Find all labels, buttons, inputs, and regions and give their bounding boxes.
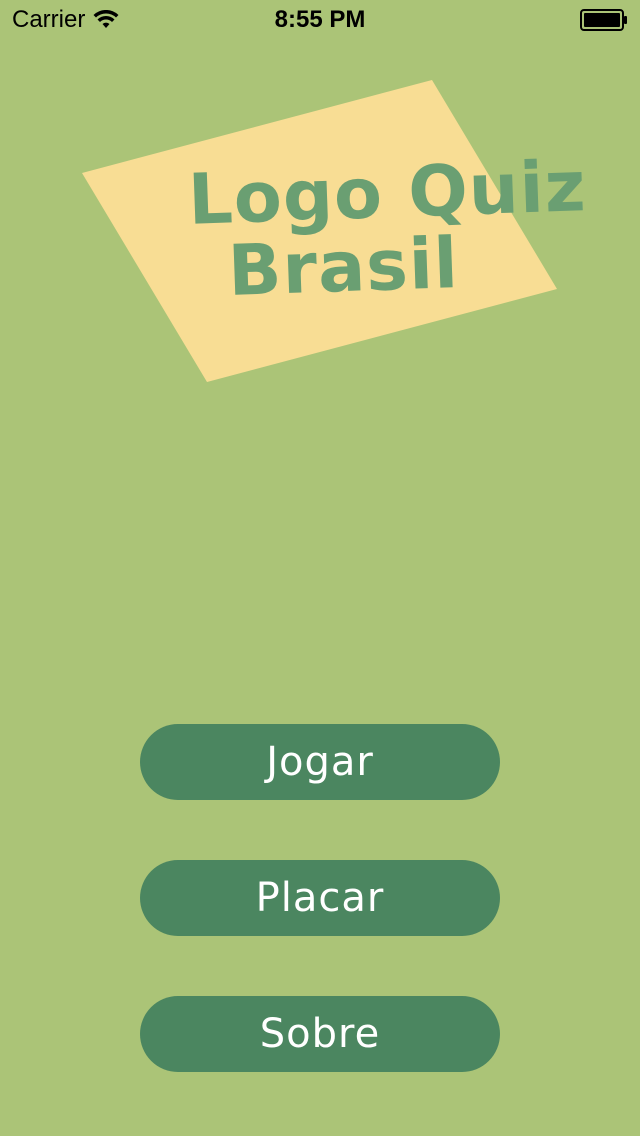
score-button[interactable]: Placar	[140, 860, 500, 936]
play-button[interactable]: Jogar	[140, 724, 500, 800]
logo-title-line1: Logo Quiz	[186, 145, 588, 241]
about-button[interactable]: Sobre	[140, 996, 500, 1072]
logo-card: Logo Quiz Brasil	[0, 0, 640, 420]
logo-title-line2: Brasil	[226, 221, 461, 313]
